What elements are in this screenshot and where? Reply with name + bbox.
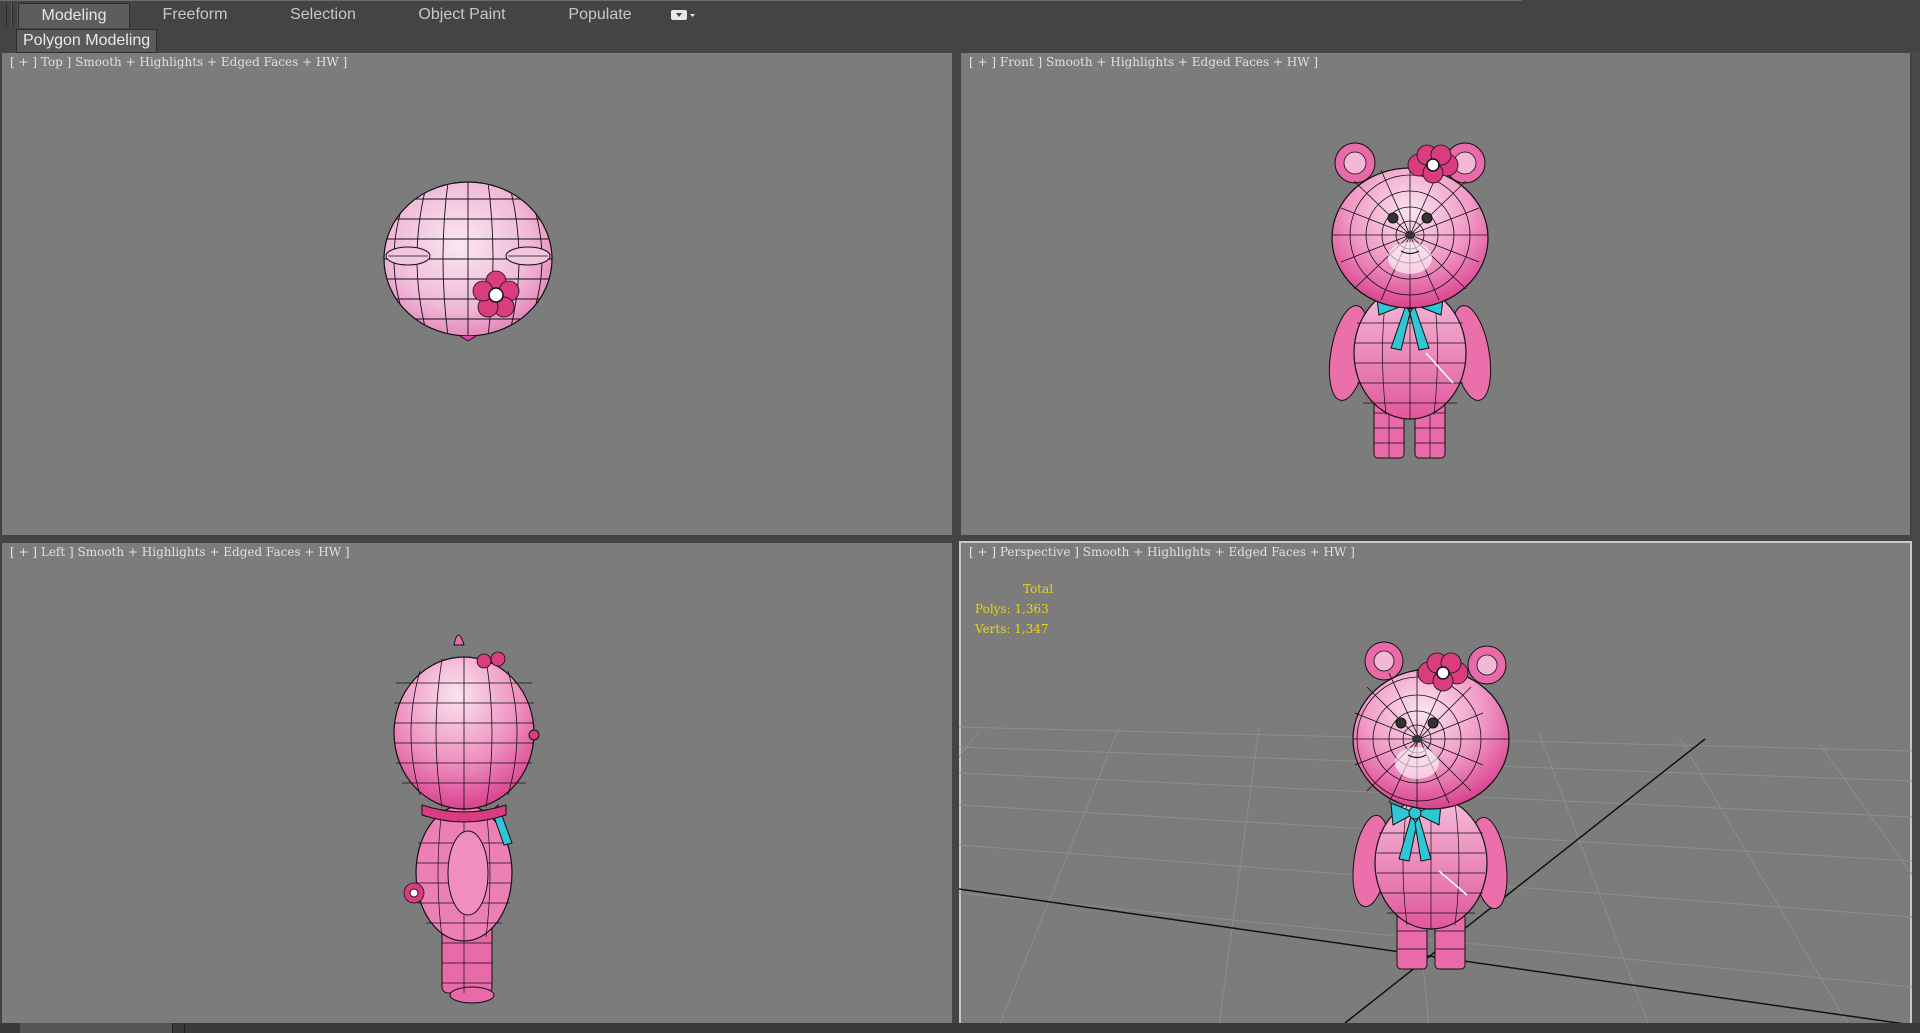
viewport-left[interactable]: [ + ] Left ] Smooth + Highlights + Edged… xyxy=(2,543,952,1023)
perspective-scene xyxy=(959,641,1912,1026)
bottom-status-bar xyxy=(0,1023,1920,1033)
bear-left-view xyxy=(393,634,540,1004)
tab-selection[interactable]: Selection xyxy=(268,3,378,27)
tab-object-paint[interactable]: Object Paint xyxy=(405,3,519,27)
viewport-perspective[interactable]: [ + ] Perspective ] Smooth + Highlights … xyxy=(959,541,1912,1026)
tab-populate[interactable]: Populate xyxy=(545,3,655,27)
time-slider[interactable] xyxy=(20,1023,173,1033)
bear-top-view xyxy=(383,181,553,342)
bottom-segment-1 xyxy=(0,1023,21,1033)
viewport-top[interactable]: [ + ] Top ] Smooth + Highlights + Edged … xyxy=(2,53,952,535)
polygon-modeling-button[interactable]: Polygon Modeling xyxy=(16,29,158,53)
viewport-front[interactable]: [ + ] Front ] Smooth + Highlights + Edge… xyxy=(961,53,1910,535)
ribbon-panel-bar: Polygon Modeling xyxy=(0,29,1920,53)
bottom-segment-2 xyxy=(172,1023,185,1033)
ribbon-top-line xyxy=(0,0,1522,1)
tab-freeform[interactable]: Freeform xyxy=(140,3,250,27)
bear-front-view xyxy=(1328,142,1492,459)
tab-modeling[interactable]: Modeling xyxy=(18,3,130,28)
bear-perspective xyxy=(1352,641,1510,970)
ribbon-tab-bar: Modeling Freeform Selection Object Paint… xyxy=(0,0,1920,30)
ribbon-options-icon[interactable] xyxy=(670,6,696,24)
viewport-right-scroll-strip[interactable] xyxy=(1912,52,1920,1024)
